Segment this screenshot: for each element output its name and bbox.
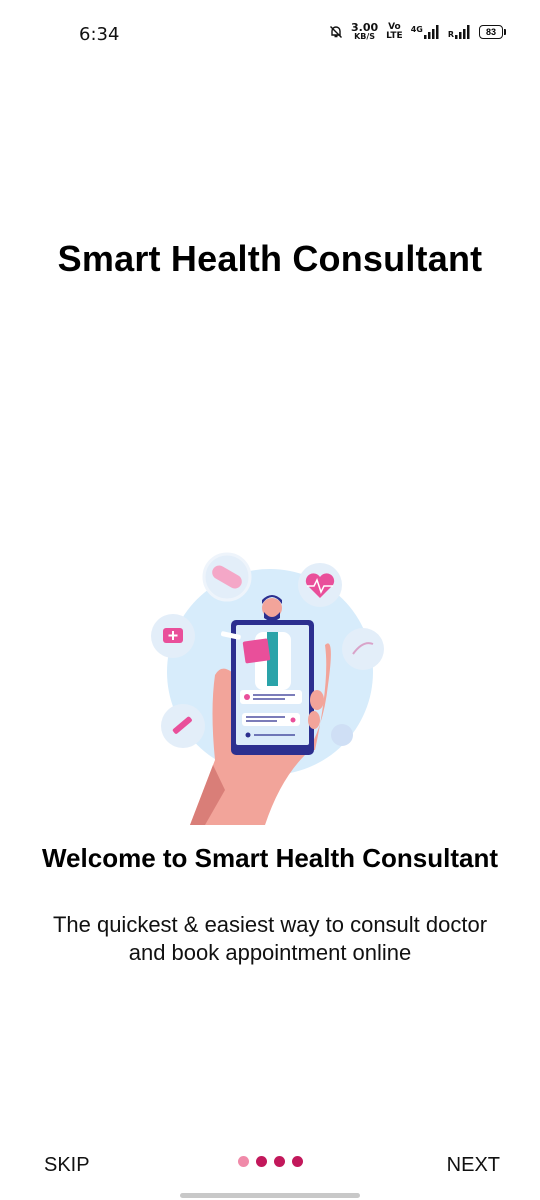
signal-sim2: R xyxy=(447,24,471,39)
page-dot-2[interactable] xyxy=(256,1156,267,1167)
roaming-indicator: R xyxy=(447,29,454,39)
network-type: 4G xyxy=(410,24,423,34)
page-dot-4[interactable] xyxy=(292,1156,303,1167)
onboarding-nav: SKIP NEXT xyxy=(0,1140,540,1190)
status-bar: 6:34 3.00 KB/S Vo LTE 4G R 83 xyxy=(0,0,540,70)
pill-icon xyxy=(202,552,252,602)
battery-icon: 83 xyxy=(479,24,506,39)
welcome-title: Welcome to Smart Health Consultant xyxy=(41,843,499,873)
welcome-description: The quickest & easiest way to consult do… xyxy=(52,912,488,965)
page-dot-1[interactable] xyxy=(238,1156,249,1167)
syringe-icon xyxy=(161,704,205,748)
home-indicator[interactable] xyxy=(180,1193,360,1198)
volte-bottom: LTE xyxy=(386,30,403,41)
next-button[interactable]: NEXT xyxy=(447,1154,500,1177)
status-icons: 3.00 KB/S Vo LTE 4G R 83 xyxy=(329,22,506,41)
signal-sim1: 4G xyxy=(410,24,440,39)
page-indicator xyxy=(238,1156,303,1167)
notification-muted-icon xyxy=(330,25,342,38)
volte-indicator: Vo LTE xyxy=(386,22,403,41)
heart-rate-icon xyxy=(298,563,342,607)
net-speed: 3.00 KB/S xyxy=(351,22,378,41)
first-aid-icon xyxy=(151,614,195,658)
skip-button[interactable]: SKIP xyxy=(44,1154,90,1177)
signal-icon xyxy=(455,24,470,39)
app-title: Smart Health Consultant xyxy=(57,238,483,279)
signal-icon xyxy=(423,24,439,39)
battery-level: 83 xyxy=(479,24,503,39)
doctor-phone-illustration xyxy=(151,552,384,825)
page-dot-3[interactable] xyxy=(274,1156,285,1167)
status-time: 6:34 xyxy=(79,24,120,45)
net-speed-unit: KB/S xyxy=(354,32,376,41)
dna-icon xyxy=(342,628,384,670)
